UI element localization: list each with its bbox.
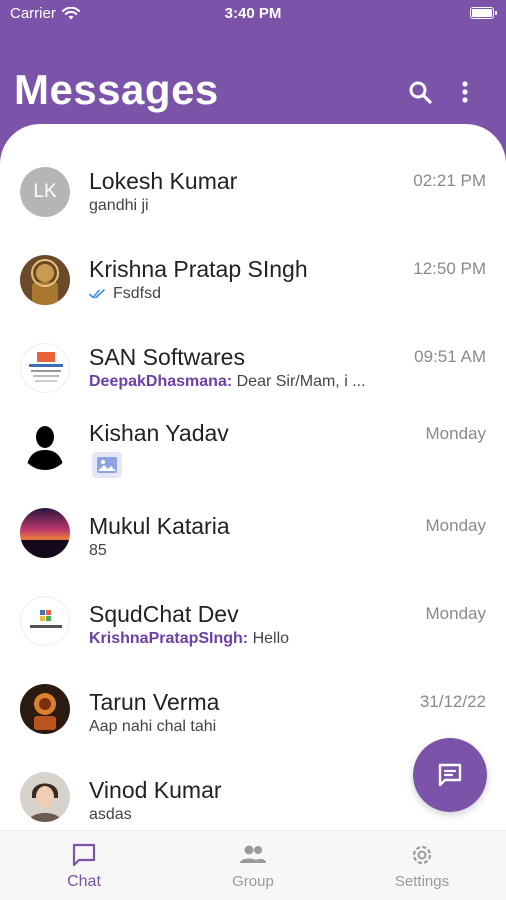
image-icon — [97, 457, 117, 473]
avatar — [20, 596, 70, 646]
search-icon — [409, 81, 432, 104]
chat-time: Monday — [425, 604, 486, 623]
chat-sender: DeepakDhasmana: — [89, 373, 233, 390]
avatar — [20, 684, 70, 734]
chat-list: LK Lokesh Kumar 02:21 PM gandhi ji Krish… — [0, 132, 506, 832]
tab-label: Chat — [67, 873, 101, 890]
message-icon — [438, 763, 462, 787]
chat-time: 31/12/22 — [419, 692, 486, 711]
chat-name: Vinod Kumar — [89, 777, 222, 803]
chat-name: Mukul Kataria — [89, 513, 230, 539]
chat-name: SAN Softwares — [89, 344, 245, 370]
chat-name: Kishan Yadav — [89, 420, 229, 446]
chat-preview-row: Fsdfsd — [89, 285, 161, 303]
chat-time: Monday — [425, 516, 486, 535]
chat-preview: Fsdfsd — [113, 285, 162, 302]
chat-preview-row: KrishnaPratapSIngh: Hello — [89, 630, 289, 648]
battery-icon — [470, 7, 497, 19]
chat-preview-row: DeepakDhasmana: Dear Sir/Mam, i ... — [89, 373, 366, 391]
chat-time: 12:50 PM — [413, 259, 486, 278]
new-message-button[interactable] — [413, 738, 487, 812]
avatar — [20, 255, 70, 305]
image-attachment — [92, 452, 122, 478]
chat-name: Krishna Pratap SIngh — [89, 256, 308, 282]
chat-item[interactable]: Kishan Yadav Monday — [0, 408, 506, 496]
chat-preview: 85 — [89, 542, 107, 559]
tab-settings[interactable]: Settings — [362, 841, 482, 890]
chat-preview: Dear Sir/Mam, i ... — [236, 373, 366, 390]
chat-item[interactable]: Krishna Pratap SIngh 12:50 PM Fsdfsd — [0, 232, 506, 320]
status-time: 3:40 PM — [224, 5, 282, 22]
chat-item[interactable]: LK Lokesh Kumar 02:21 PM gandhi ji — [0, 144, 506, 232]
chat-item[interactable]: SAN Softwares 09:51 AM DeepakDhasmana: D… — [0, 320, 506, 408]
chat-name: Lokesh Kumar — [89, 168, 238, 194]
status-bar: Carrier 3:40 PM — [0, 0, 506, 30]
more-options-button[interactable] — [452, 78, 478, 108]
tab-bar: Chat Group Settings — [0, 830, 506, 900]
tab-label: Group — [232, 873, 274, 890]
chat-item[interactable]: Mukul Kataria Monday 85 — [0, 508, 506, 596]
page-title: Messages — [14, 66, 219, 113]
avatar — [20, 508, 70, 558]
avatar-initials: LK — [33, 181, 57, 202]
double-check-icon — [89, 289, 105, 299]
chat-preview: Aap nahi chal tahi — [89, 718, 217, 735]
chat-name: SqudChat Dev — [89, 601, 239, 627]
chat-icon — [72, 843, 96, 867]
group-icon — [240, 845, 266, 863]
chat-time: Monday — [425, 424, 486, 443]
avatar — [20, 420, 70, 470]
chat-preview: gandhi ji — [89, 197, 149, 214]
tab-label: Settings — [394, 873, 450, 890]
chat-time: 02:21 PM — [413, 171, 486, 190]
chat-name: Tarun Verma — [89, 689, 220, 715]
chat-item[interactable]: SqudChat Dev Monday KrishnaPratapSIngh: … — [0, 596, 506, 684]
tab-chat[interactable]: Chat — [24, 841, 144, 891]
chat-preview: Hello — [252, 630, 290, 647]
chat-time: 09:51 AM — [414, 347, 486, 366]
chat-sender: KrishnaPratapSIngh: — [89, 630, 249, 647]
more-vertical-icon — [462, 81, 468, 103]
chat-preview: asdas — [89, 806, 132, 823]
search-button[interactable] — [406, 78, 436, 108]
avatar: LK — [20, 167, 70, 217]
avatar — [20, 343, 70, 393]
avatar — [20, 772, 70, 822]
tab-group[interactable]: Group — [193, 841, 313, 890]
gear-icon — [412, 845, 432, 865]
